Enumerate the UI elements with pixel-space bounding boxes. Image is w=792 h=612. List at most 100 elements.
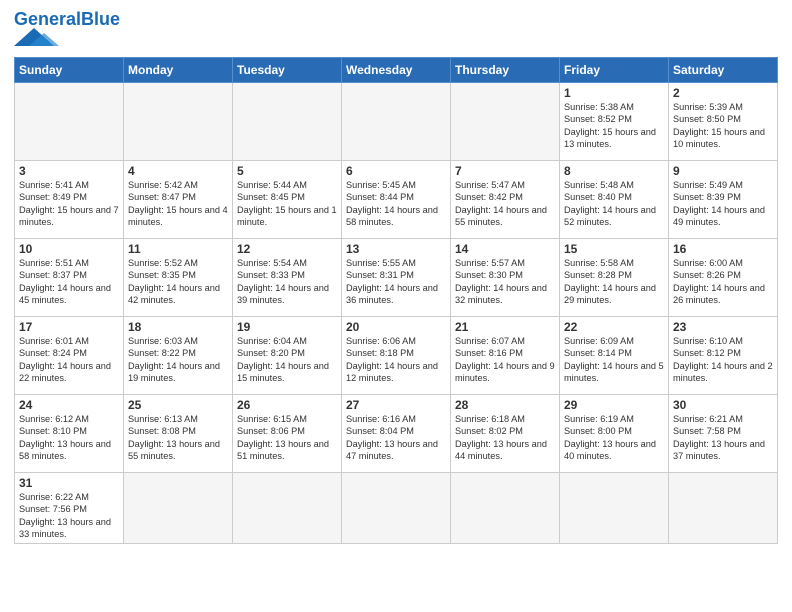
day-number: 13 [346, 242, 446, 256]
calendar-cell [451, 472, 560, 544]
day-info: Sunrise: 6:13 AM Sunset: 8:08 PM Dayligh… [128, 413, 228, 463]
calendar-week-row: 1Sunrise: 5:38 AM Sunset: 8:52 PM Daylig… [15, 82, 778, 160]
day-info: Sunrise: 6:21 AM Sunset: 7:58 PM Dayligh… [673, 413, 773, 463]
day-info: Sunrise: 6:07 AM Sunset: 8:16 PM Dayligh… [455, 335, 555, 385]
calendar-cell: 12Sunrise: 5:54 AM Sunset: 8:33 PM Dayli… [233, 238, 342, 316]
day-number: 11 [128, 242, 228, 256]
day-number: 8 [564, 164, 664, 178]
weekday-header-row: SundayMondayTuesdayWednesdayThursdayFrid… [15, 57, 778, 82]
day-number: 27 [346, 398, 446, 412]
calendar-cell: 20Sunrise: 6:06 AM Sunset: 8:18 PM Dayli… [342, 316, 451, 394]
calendar-cell: 11Sunrise: 5:52 AM Sunset: 8:35 PM Dayli… [124, 238, 233, 316]
calendar-cell [233, 472, 342, 544]
day-info: Sunrise: 5:55 AM Sunset: 8:31 PM Dayligh… [346, 257, 446, 307]
day-info: Sunrise: 5:57 AM Sunset: 8:30 PM Dayligh… [455, 257, 555, 307]
day-number: 31 [19, 476, 119, 490]
day-info: Sunrise: 6:01 AM Sunset: 8:24 PM Dayligh… [19, 335, 119, 385]
calendar-cell: 31Sunrise: 6:22 AM Sunset: 7:56 PM Dayli… [15, 472, 124, 544]
day-number: 23 [673, 320, 773, 334]
day-number: 7 [455, 164, 555, 178]
calendar-cell: 14Sunrise: 5:57 AM Sunset: 8:30 PM Dayli… [451, 238, 560, 316]
calendar-cell [451, 82, 560, 160]
weekday-header-saturday: Saturday [669, 57, 778, 82]
calendar-cell: 7Sunrise: 5:47 AM Sunset: 8:42 PM Daylig… [451, 160, 560, 238]
weekday-header-tuesday: Tuesday [233, 57, 342, 82]
calendar-cell [342, 82, 451, 160]
calendar-cell: 3Sunrise: 5:41 AM Sunset: 8:49 PM Daylig… [15, 160, 124, 238]
calendar-cell: 2Sunrise: 5:39 AM Sunset: 8:50 PM Daylig… [669, 82, 778, 160]
day-info: Sunrise: 6:16 AM Sunset: 8:04 PM Dayligh… [346, 413, 446, 463]
day-number: 4 [128, 164, 228, 178]
day-number: 21 [455, 320, 555, 334]
calendar-cell: 30Sunrise: 6:21 AM Sunset: 7:58 PM Dayli… [669, 394, 778, 472]
day-number: 14 [455, 242, 555, 256]
calendar-cell: 25Sunrise: 6:13 AM Sunset: 8:08 PM Dayli… [124, 394, 233, 472]
day-info: Sunrise: 6:06 AM Sunset: 8:18 PM Dayligh… [346, 335, 446, 385]
day-number: 22 [564, 320, 664, 334]
calendar-cell [233, 82, 342, 160]
calendar-cell: 21Sunrise: 6:07 AM Sunset: 8:16 PM Dayli… [451, 316, 560, 394]
day-number: 9 [673, 164, 773, 178]
day-info: Sunrise: 6:19 AM Sunset: 8:00 PM Dayligh… [564, 413, 664, 463]
day-info: Sunrise: 6:12 AM Sunset: 8:10 PM Dayligh… [19, 413, 119, 463]
weekday-header-sunday: Sunday [15, 57, 124, 82]
weekday-header-friday: Friday [560, 57, 669, 82]
logo-general: General [14, 9, 81, 29]
calendar-cell [342, 472, 451, 544]
calendar-cell: 13Sunrise: 5:55 AM Sunset: 8:31 PM Dayli… [342, 238, 451, 316]
day-number: 10 [19, 242, 119, 256]
calendar-cell [124, 472, 233, 544]
day-info: Sunrise: 6:22 AM Sunset: 7:56 PM Dayligh… [19, 491, 119, 541]
day-number: 25 [128, 398, 228, 412]
day-number: 6 [346, 164, 446, 178]
calendar-cell: 9Sunrise: 5:49 AM Sunset: 8:39 PM Daylig… [669, 160, 778, 238]
day-number: 12 [237, 242, 337, 256]
day-info: Sunrise: 6:00 AM Sunset: 8:26 PM Dayligh… [673, 257, 773, 307]
day-info: Sunrise: 5:48 AM Sunset: 8:40 PM Dayligh… [564, 179, 664, 229]
calendar-cell: 24Sunrise: 6:12 AM Sunset: 8:10 PM Dayli… [15, 394, 124, 472]
logo: GeneralBlue [14, 10, 120, 51]
weekday-header-wednesday: Wednesday [342, 57, 451, 82]
day-info: Sunrise: 6:09 AM Sunset: 8:14 PM Dayligh… [564, 335, 664, 385]
calendar-week-row: 3Sunrise: 5:41 AM Sunset: 8:49 PM Daylig… [15, 160, 778, 238]
day-number: 19 [237, 320, 337, 334]
calendar-cell: 18Sunrise: 6:03 AM Sunset: 8:22 PM Dayli… [124, 316, 233, 394]
day-info: Sunrise: 6:03 AM Sunset: 8:22 PM Dayligh… [128, 335, 228, 385]
day-number: 5 [237, 164, 337, 178]
calendar-cell: 28Sunrise: 6:18 AM Sunset: 8:02 PM Dayli… [451, 394, 560, 472]
day-number: 28 [455, 398, 555, 412]
calendar-cell: 1Sunrise: 5:38 AM Sunset: 8:52 PM Daylig… [560, 82, 669, 160]
day-number: 16 [673, 242, 773, 256]
day-info: Sunrise: 6:18 AM Sunset: 8:02 PM Dayligh… [455, 413, 555, 463]
day-info: Sunrise: 5:42 AM Sunset: 8:47 PM Dayligh… [128, 179, 228, 229]
day-info: Sunrise: 6:10 AM Sunset: 8:12 PM Dayligh… [673, 335, 773, 385]
day-number: 30 [673, 398, 773, 412]
day-number: 15 [564, 242, 664, 256]
day-number: 18 [128, 320, 228, 334]
calendar-week-row: 31Sunrise: 6:22 AM Sunset: 7:56 PM Dayli… [15, 472, 778, 544]
calendar-cell: 6Sunrise: 5:45 AM Sunset: 8:44 PM Daylig… [342, 160, 451, 238]
calendar-cell: 16Sunrise: 6:00 AM Sunset: 8:26 PM Dayli… [669, 238, 778, 316]
day-number: 29 [564, 398, 664, 412]
day-number: 3 [19, 164, 119, 178]
day-info: Sunrise: 5:54 AM Sunset: 8:33 PM Dayligh… [237, 257, 337, 307]
calendar-cell [124, 82, 233, 160]
calendar-table: SundayMondayTuesdayWednesdayThursdayFrid… [14, 57, 778, 545]
calendar-week-row: 24Sunrise: 6:12 AM Sunset: 8:10 PM Dayli… [15, 394, 778, 472]
day-number: 24 [19, 398, 119, 412]
calendar-cell [669, 472, 778, 544]
day-info: Sunrise: 5:45 AM Sunset: 8:44 PM Dayligh… [346, 179, 446, 229]
calendar-cell [560, 472, 669, 544]
logo-blue: Blue [81, 9, 120, 29]
day-info: Sunrise: 5:41 AM Sunset: 8:49 PM Dayligh… [19, 179, 119, 229]
calendar-week-row: 17Sunrise: 6:01 AM Sunset: 8:24 PM Dayli… [15, 316, 778, 394]
calendar-cell: 27Sunrise: 6:16 AM Sunset: 8:04 PM Dayli… [342, 394, 451, 472]
day-info: Sunrise: 5:39 AM Sunset: 8:50 PM Dayligh… [673, 101, 773, 151]
calendar-cell: 4Sunrise: 5:42 AM Sunset: 8:47 PM Daylig… [124, 160, 233, 238]
calendar-cell: 22Sunrise: 6:09 AM Sunset: 8:14 PM Dayli… [560, 316, 669, 394]
day-number: 20 [346, 320, 446, 334]
day-number: 1 [564, 86, 664, 100]
calendar-cell: 8Sunrise: 5:48 AM Sunset: 8:40 PM Daylig… [560, 160, 669, 238]
page-header: GeneralBlue [14, 10, 778, 51]
day-number: 2 [673, 86, 773, 100]
